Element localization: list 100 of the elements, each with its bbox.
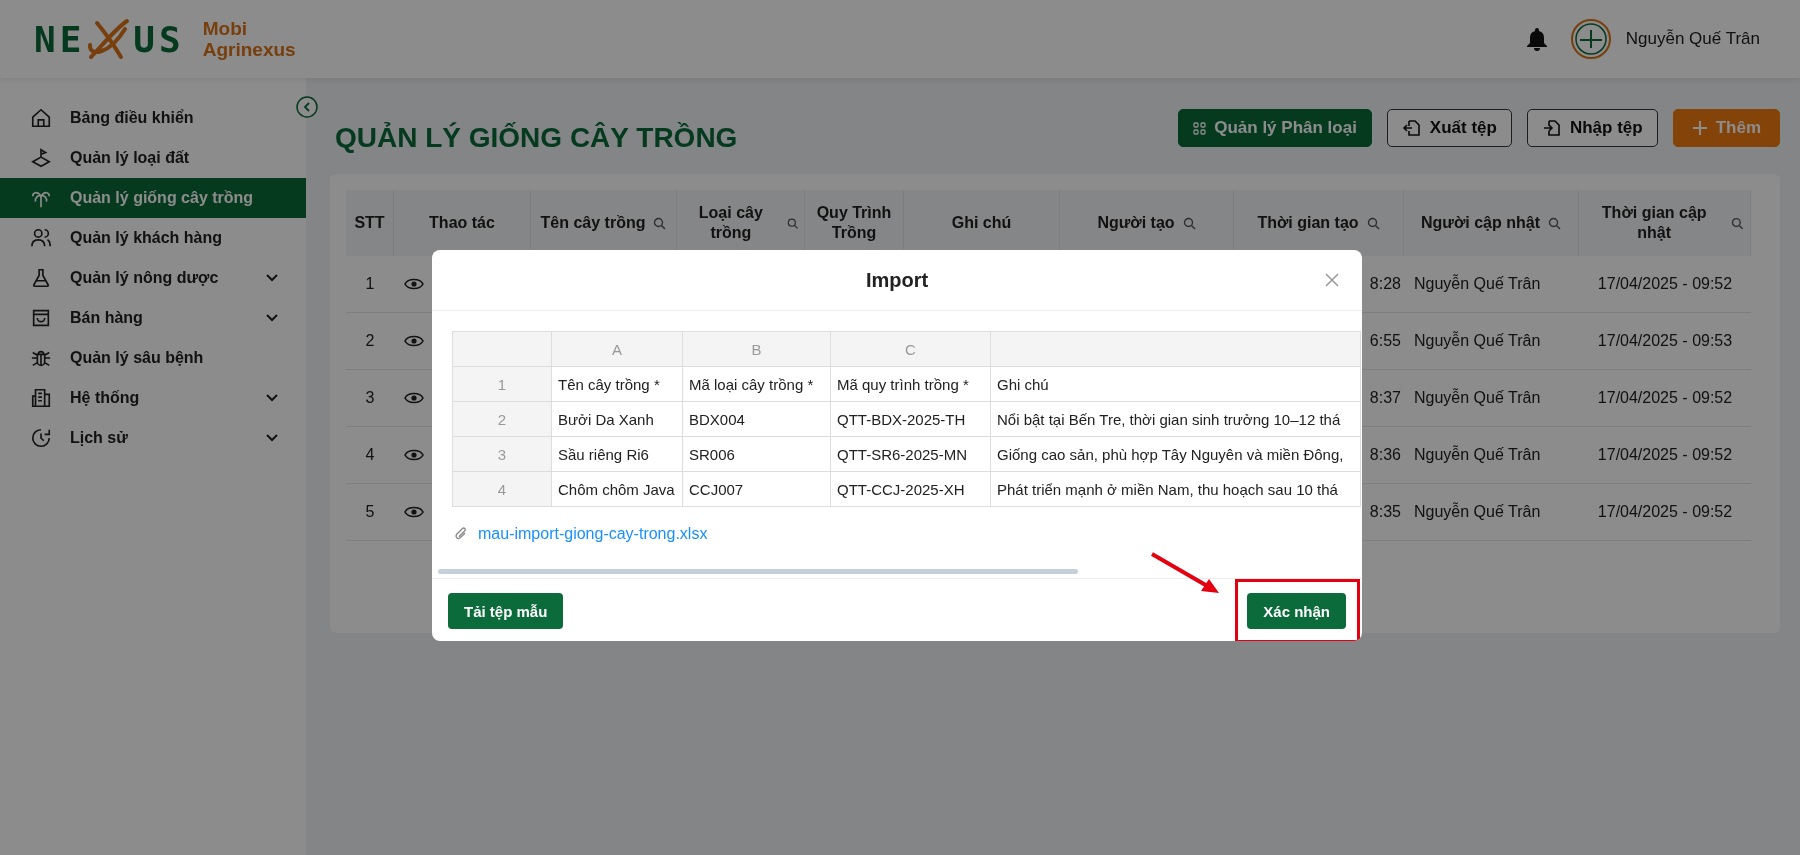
sheet-cell: BDX004 <box>689 410 745 428</box>
brand-name: Mobi <box>202 18 249 39</box>
table-cell: 17/04/2025 - 09:52 <box>1597 446 1733 464</box>
sheet-cell: Phát triển mạnh ở miền Nam, thu hoạch sau 10 thá <box>997 480 1338 498</box>
table-cell: Nguyễn Quế Trân <box>1414 275 1541 293</box>
sidebar-item[interactable]: Quản lý nông dược <box>0 258 306 298</box>
swoosh-icon <box>87 17 132 61</box>
sidebar-item[interactable]: Quản lý loại đất <box>0 138 306 178</box>
dialog-title: Import <box>865 268 929 292</box>
column-header: Tên cây trồng <box>540 213 646 233</box>
table-cell: 3 <box>365 389 375 407</box>
row-number: 1 <box>497 375 507 393</box>
table-cell: 6:55 <box>1369 332 1401 350</box>
sidebar-item[interactable]: Quản lý giống cây trồng <box>0 178 306 218</box>
row-number: 3 <box>497 445 507 463</box>
sheet-cell: Mã loại cây trồng * <box>689 375 814 393</box>
eye-icon[interactable] <box>404 448 424 462</box>
search-icon[interactable] <box>1548 216 1561 230</box>
avatar[interactable] <box>1569 18 1612 60</box>
building-icon <box>30 387 52 409</box>
sidebar-item[interactable]: Quản lý sâu bệnh <box>0 338 306 378</box>
sheet-cell: Ghi chú <box>997 375 1049 393</box>
sidebar-item[interactable]: Quản lý khách hàng <box>0 218 306 258</box>
column-header: Ghi chú <box>951 213 1012 233</box>
table-cell: 17/04/2025 - 09:53 <box>1597 332 1733 350</box>
sidebar-item[interactable]: Lịch sử <box>0 418 306 458</box>
row-number: 2 <box>497 410 507 428</box>
column-header: Thời gian cập nhật <box>1600 203 1708 243</box>
people-icon <box>30 227 52 249</box>
column-header: Thao tác <box>429 213 495 233</box>
category-button[interactable]: Quản lý Phân loại <box>1178 109 1372 147</box>
column-letter: B <box>751 340 762 358</box>
row-number: 4 <box>497 480 507 498</box>
table-cell: 8:36 <box>1369 446 1401 464</box>
column-letter: C <box>905 340 916 358</box>
sheet-cell: Bưởi Da Xanh <box>558 410 654 428</box>
column-letter: A <box>612 340 622 358</box>
import-icon <box>1541 118 1562 138</box>
user-name[interactable]: Nguyễn Quế Trân <box>1625 29 1760 49</box>
table-cell: Nguyễn Quế Trân <box>1414 332 1541 350</box>
export-button[interactable]: Xuất tệp <box>1386 109 1512 147</box>
paperclip-icon <box>454 526 468 542</box>
table-cell: Nguyễn Quế Trân <box>1414 389 1541 407</box>
sheet-cell: Giống cao sản, phù hợp Tây Nguyên và miền Đông, <box>997 445 1344 463</box>
download-template-button[interactable]: Tải tệp mẫu <box>448 593 564 629</box>
logo-text: NE <box>34 18 86 60</box>
table-cell: Nguyễn Quế Trân <box>1414 446 1541 464</box>
sheet-cell: QTT-BDX-2025-TH <box>837 410 966 428</box>
logo-text: US <box>133 18 185 60</box>
plus-icon <box>1691 120 1708 136</box>
search-icon[interactable] <box>1731 216 1744 230</box>
table-cell: 8:37 <box>1369 389 1401 407</box>
clock-icon <box>30 427 52 449</box>
sheet-cell: Chôm chôm Java <box>558 480 675 498</box>
confirm-button[interactable]: Xác nhận <box>1247 593 1346 629</box>
table-cell: 17/04/2025 - 09:52 <box>1597 389 1733 407</box>
table-cell: Nguyễn Quế Trân <box>1414 503 1541 521</box>
sheet-cell: Mã quy trình trồng * <box>837 375 969 393</box>
plot-icon <box>30 147 52 169</box>
table-cell: 2 <box>365 332 375 350</box>
collapse-icon[interactable] <box>296 96 318 118</box>
home-icon <box>30 107 52 129</box>
eye-icon[interactable] <box>404 391 424 405</box>
import-button[interactable]: Nhập tệp <box>1526 109 1658 147</box>
sheet-cell: Nổi bật tại Bến Tre, thời gian sinh trưởng 10–12 thá <box>997 410 1341 428</box>
brand-name: Agrinexus <box>202 39 296 60</box>
export-icon <box>1401 118 1422 138</box>
grid-icon <box>1193 121 1207 135</box>
search-icon[interactable] <box>1366 216 1380 230</box>
eye-icon[interactable] <box>404 277 424 291</box>
sheet-cell: QTT-CCJ-2025-XH <box>837 480 965 498</box>
eye-icon[interactable] <box>404 334 424 348</box>
page-title: QUẢN LÝ GIỐNG CÂY TRỒNG <box>335 122 738 154</box>
sidebar-item[interactable]: Bán hàng <box>0 298 306 338</box>
column-header: Quy Trình Trồng <box>815 203 893 243</box>
bell-icon[interactable] <box>1525 27 1548 51</box>
sheet-cell: Sầu riêng Ri6 <box>558 445 649 463</box>
column-header: Thời gian tạo <box>1257 213 1359 233</box>
table-cell: 17/04/2025 - 09:52 <box>1597 275 1733 293</box>
sheet-cell: SR006 <box>689 445 735 463</box>
file-link[interactable]: mau-import-giong-cay-trong.xlsx <box>478 525 708 543</box>
sheet-cell: QTT-SR6-2025-MN <box>837 445 968 463</box>
sheet-cell: Tên cây trồng * <box>558 375 660 393</box>
search-icon[interactable] <box>786 216 798 230</box>
bag-icon <box>30 307 52 329</box>
table-cell: 4 <box>365 446 375 464</box>
column-header: Loại cây trồng <box>697 203 764 243</box>
table-cell: 8:35 <box>1369 503 1401 521</box>
table-cell: 17/04/2025 - 09:52 <box>1597 503 1733 521</box>
sheet-cell: CCJ007 <box>689 480 744 498</box>
search-icon[interactable] <box>653 216 667 230</box>
flask-icon <box>30 267 52 289</box>
table-cell: 8:28 <box>1369 275 1401 293</box>
eye-icon[interactable] <box>404 505 424 519</box>
search-icon[interactable] <box>1182 216 1196 230</box>
scrollbar[interactable] <box>438 569 1078 574</box>
table-cell: 1 <box>365 275 375 293</box>
close-icon[interactable] <box>1324 272 1340 288</box>
column-header: Người cập nhật <box>1421 213 1540 233</box>
sidebar-item[interactable]: Hệ thống <box>0 378 306 418</box>
